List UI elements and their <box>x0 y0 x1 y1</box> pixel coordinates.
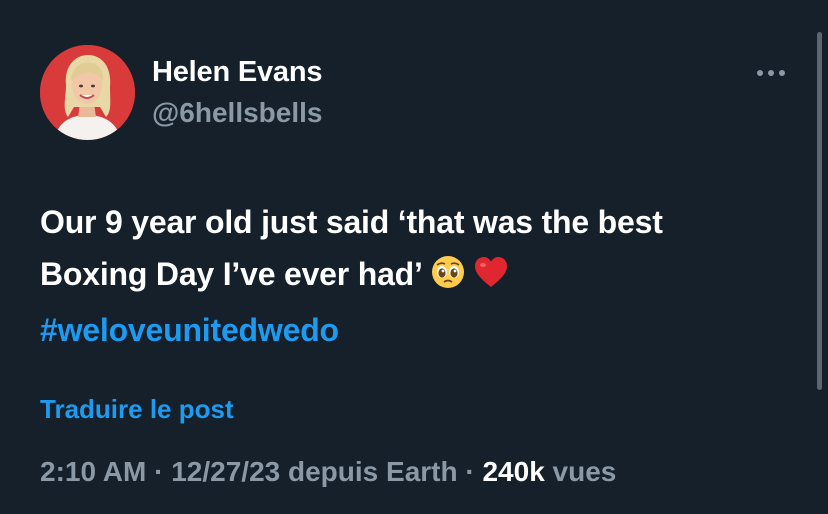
tweet-text-line-1: Our 9 year old just said ‘that was the b… <box>40 204 663 240</box>
meta-separator: · <box>457 456 483 487</box>
views-label: vues <box>544 456 617 487</box>
tweet-metadata: 2:10 AM · 12/27/23 depuis Earth · 240k v… <box>40 456 616 488</box>
more-options-button[interactable] <box>750 58 792 88</box>
author-handle[interactable]: @6hellsbells <box>152 97 323 129</box>
pleading-face-emoji-icon <box>431 252 465 304</box>
tweet-detail: Helen Evans @6hellsbells Our 9 year old … <box>0 0 828 514</box>
hashtag-link[interactable]: #weloveunitedwedo <box>40 312 339 348</box>
tweet-text-line-3: #weloveunitedwedo <box>40 304 780 356</box>
tweet-time[interactable]: 2:10 AM <box>40 456 146 487</box>
tweet-text-line-2-text: Boxing Day I’ve ever had’ <box>40 256 423 292</box>
tweet-text: Our 9 year old just said ‘that was the b… <box>40 196 780 356</box>
meta-separator: · <box>146 456 172 487</box>
tweet-source: depuis Earth <box>280 456 458 487</box>
avatar-image <box>40 45 135 140</box>
tweet-text-line-2: Boxing Day I’ve ever had’ <box>40 248 780 304</box>
avatar[interactable] <box>40 45 135 140</box>
red-heart-emoji-icon <box>473 252 509 304</box>
views-count[interactable]: 240k <box>482 456 544 487</box>
tweet-date[interactable]: 12/27/23 <box>171 456 280 487</box>
more-horizontal-icon <box>757 70 785 76</box>
author-display-name[interactable]: Helen Evans <box>152 56 322 89</box>
scrollbar[interactable] <box>817 32 822 390</box>
translate-post-link[interactable]: Traduire le post <box>40 394 234 425</box>
